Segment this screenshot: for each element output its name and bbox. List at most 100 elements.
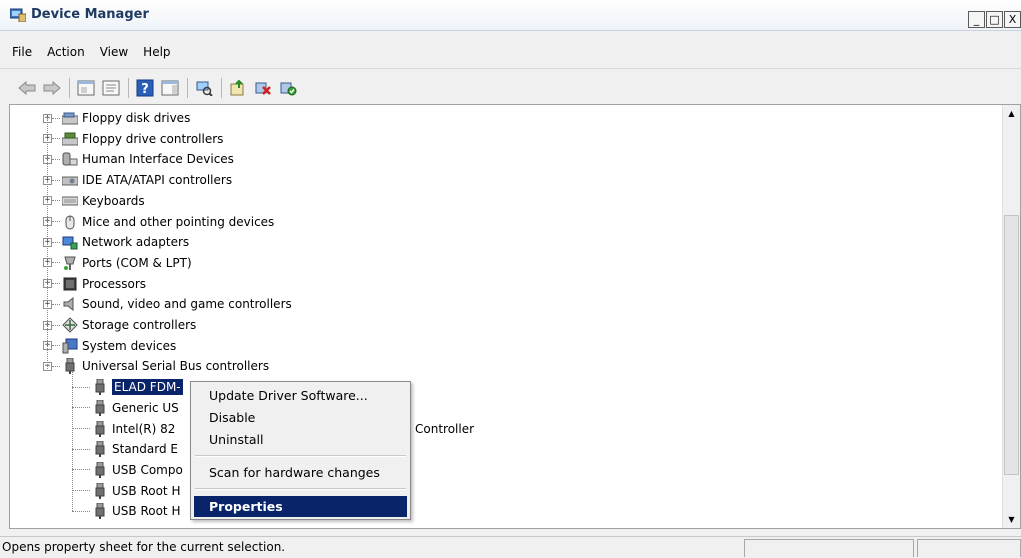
tree-device-row[interactable]: ELAD FDM-: [72, 377, 183, 397]
tree-category-row[interactable]: + Storage controllers: [43, 315, 196, 335]
toolbar-separator: [69, 78, 70, 98]
tree-category-row[interactable]: + Human Interface Devices: [43, 149, 234, 169]
status-bar: Opens property sheet for the current sel…: [0, 536, 1021, 558]
tree-category-row[interactable]: + Processors: [43, 274, 146, 294]
tree-category-row[interactable]: + Sound, video and game controllers: [43, 294, 292, 314]
tree-category-label: Universal Serial Bus controllers: [82, 359, 270, 374]
context-menu-update-driver[interactable]: Update Driver Software...: [209, 388, 368, 403]
tree-category-label: Network adapters: [82, 235, 190, 250]
tree-device-label: Intel(R) 82: [112, 421, 176, 436]
forward-arrow-icon[interactable]: [41, 77, 63, 99]
status-panel: [744, 539, 914, 557]
menu-help[interactable]: Help: [131, 41, 170, 63]
close-button[interactable]: X: [1004, 11, 1021, 28]
show-hide-tree-icon[interactable]: [75, 77, 97, 99]
processor-icon: [62, 276, 78, 292]
tree-category-row[interactable]: + Keyboards: [43, 191, 145, 211]
enable-device-icon[interactable]: [277, 77, 299, 99]
title-bar[interactable]: Device Manager _ □ X: [0, 0, 1021, 31]
hid-icon: [62, 151, 78, 167]
context-menu-properties-label: Properties: [209, 499, 283, 514]
device-tree[interactable]: + Floppy disk drives + Floppy drive control…: [9, 104, 1021, 529]
menu-bar: File Action View Help: [0, 41, 174, 63]
tree-category-row[interactable]: + Ports (COM & LPT): [43, 253, 192, 273]
tree-category-label: Mice and other pointing devices: [82, 214, 275, 229]
uninstall-device-icon[interactable]: [252, 77, 274, 99]
toolbar-separator: [128, 78, 129, 98]
usb-device-icon: [92, 441, 108, 458]
tree-category-label: Floppy drive controllers: [82, 131, 224, 146]
tree-device-row[interactable]: USB Root H: [72, 501, 180, 521]
usb-device-icon: [92, 420, 108, 437]
tree-category-row[interactable]: + Floppy disk drives: [43, 108, 190, 128]
tree-category-row[interactable]: + Network adapters: [43, 232, 189, 252]
sound-icon: [62, 296, 78, 312]
port-icon: [62, 255, 78, 271]
tree-category-label: System devices: [82, 338, 177, 353]
menu-divider: [0, 68, 1021, 69]
update-driver-icon[interactable]: [227, 77, 249, 99]
tree-device-label: Standard E: [112, 442, 178, 457]
tree-category-label: Floppy disk drives: [82, 111, 191, 125]
context-menu-properties[interactable]: Properties: [194, 496, 407, 517]
tree-device-row[interactable]: USB Compo: [72, 460, 183, 480]
maximize-button[interactable]: □: [986, 11, 1003, 28]
device-manager-icon: [9, 8, 27, 23]
vertical-scrollbar[interactable]: ▲ ▼: [1002, 105, 1020, 528]
usb-device-icon: [92, 482, 108, 499]
tree-device-row[interactable]: Intel(R) 82: [72, 419, 175, 439]
context-menu-scan-hardware[interactable]: Scan for hardware changes: [209, 465, 380, 480]
tree-category-label: Keyboards: [82, 193, 145, 208]
tree-connector-line: [47, 117, 48, 370]
tree-category-label: IDE ATA/ATAPI controllers: [82, 173, 233, 188]
menu-file[interactable]: File: [0, 41, 32, 63]
tree-category-row[interactable]: + Mice and other pointing devices: [43, 212, 274, 232]
tree-category-row[interactable]: + System devices: [43, 336, 176, 356]
svg-text:?: ?: [141, 82, 149, 97]
toolbar-separator: [187, 78, 188, 98]
tree-category-row[interactable]: − Universal Serial Bus controllers: [43, 356, 269, 376]
storage-controller-icon: [62, 317, 78, 333]
tree-device-row[interactable]: USB Root H: [72, 481, 180, 501]
menu-view[interactable]: View: [88, 41, 128, 63]
tree-category-row[interactable]: + IDE ATA/ATAPI controllers: [43, 170, 232, 190]
help-icon[interactable]: ?: [134, 77, 156, 99]
network-adapter-icon: [62, 234, 78, 250]
tree-connector-line: [72, 371, 73, 512]
window-title: Device Manager: [31, 7, 149, 22]
status-text: Opens property sheet for the current sel…: [2, 540, 286, 554]
context-menu-uninstall[interactable]: Uninstall: [209, 432, 264, 447]
scrollbar-thumb[interactable]: [1004, 215, 1019, 475]
tree-category-label: Sound, video and game controllers: [82, 297, 292, 312]
tree-device-label: Generic US: [112, 400, 179, 415]
tree-category-label: Storage controllers: [82, 318, 197, 332]
tree-device-row[interactable]: Generic US: [72, 398, 179, 418]
context-menu: Update Driver Software... Disable Uninst…: [190, 381, 411, 520]
scroll-down-arrow-icon[interactable]: ▼: [1004, 511, 1019, 528]
tree-device-label: USB Root H: [112, 483, 181, 498]
context-menu-disable[interactable]: Disable: [209, 410, 255, 425]
usb-device-icon: [92, 399, 108, 416]
usb-icon: [62, 358, 78, 375]
tree-device-label: USB Root H: [112, 504, 181, 519]
tree-category-row[interactable]: + Floppy drive controllers: [43, 129, 223, 149]
tree-device-row[interactable]: Standard E: [72, 439, 178, 459]
status-panel: [917, 539, 1021, 557]
ide-controller-icon: [62, 172, 78, 188]
scan-hardware-icon[interactable]: [193, 77, 215, 99]
system-devices-icon: [62, 338, 78, 354]
usb-device-icon: [92, 503, 108, 520]
back-arrow-icon[interactable]: [16, 77, 38, 99]
tree-category-label: Processors: [82, 276, 147, 291]
toolbar-separator: [221, 78, 222, 98]
tree-device-label: ELAD FDM-: [112, 379, 183, 396]
tree-device-label-suffix: Controller: [415, 421, 475, 436]
scroll-up-arrow-icon[interactable]: ▲: [1004, 105, 1019, 122]
mouse-icon: [62, 214, 78, 230]
action-pane-icon[interactable]: [159, 77, 181, 99]
context-menu-separator: [195, 488, 406, 490]
tree-category-label: Ports (COM & LPT): [82, 255, 192, 270]
properties-icon[interactable]: [100, 77, 122, 99]
minimize-button[interactable]: _: [968, 11, 985, 28]
menu-action[interactable]: Action: [35, 41, 85, 63]
